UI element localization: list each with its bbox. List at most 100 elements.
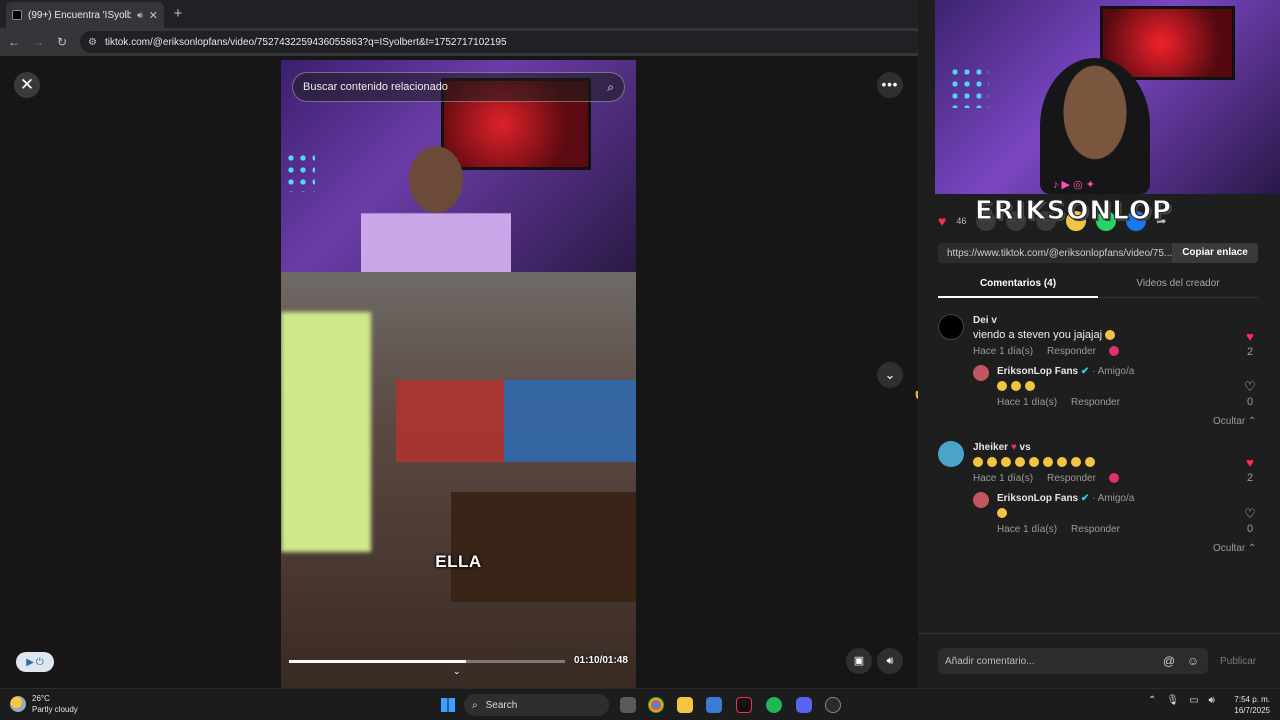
reply-button[interactable]: Responder [1047,346,1096,357]
like-outline-icon[interactable]: ♡ [1242,379,1258,395]
like-icon[interactable]: ♥ [938,213,946,229]
microphone-icon[interactable]: 🎙︎ [1166,695,1179,706]
volume-icon[interactable]: 🔊︎ [1209,695,1215,706]
wall-flag [396,380,636,462]
file-explorer-icon[interactable] [677,697,693,713]
comment-author[interactable]: Dei v [973,315,997,326]
site-info-icon[interactable]: ⚙ [88,37,97,48]
related-search-input[interactable]: Buscar contenido relacionado ⌕ [292,72,625,102]
speaker-icon[interactable]: 🔊︎ [137,10,143,21]
close-tab-icon[interactable]: ✕ [149,9,158,22]
tiktok-icon[interactable] [736,697,752,713]
like-count: 0 [1246,523,1254,535]
floating-player-icon[interactable]: ▣ [846,648,872,674]
task-view-icon[interactable] [620,697,636,713]
weather-widget[interactable]: 26°C Partly cloudy [10,693,78,715]
reply-author[interactable]: EriksonLop Fans ✔ · Amigo/a [997,366,1134,377]
share-url: https://www.tiktok.com/@eriksonlopfans/v… [947,247,1172,259]
clock-date: 16/7/2025 [1234,706,1270,715]
more-options-button[interactable]: ••• [877,72,903,98]
discord-icon[interactable] [796,697,812,713]
comment-meta: Hace 1 día(s) Responder [973,473,1123,484]
reply-author[interactable]: EriksonLop Fans ✔ · Amigo/a [997,493,1134,504]
emoji-icon [1105,330,1116,341]
avatar[interactable] [938,441,964,467]
temperature: 26°C [32,694,50,703]
avatar[interactable] [938,314,964,340]
reply-button[interactable]: Responder [1047,473,1096,484]
app-icon[interactable] [825,697,841,713]
active-tab-indicator [938,296,1098,298]
channel-watermark: ERIKSONLOP [975,196,1172,227]
hex-lights [285,152,315,192]
taskbar-search[interactable]: ⌕ Search [464,694,609,716]
video-details-panel: ♪ ▶ ◎ ✦ [918,0,1280,688]
avatar[interactable] [973,492,989,508]
like-count: 0 [1246,396,1254,408]
panel-tabs: Comentarios (4) Videos del creador [938,272,1258,298]
comment-input[interactable]: Añadir comentario... @ ☺ [938,648,1208,674]
progress-fill [289,660,466,663]
clip-frame [281,272,636,688]
collapse-chevron-icon[interactable]: ⌄ [453,666,461,677]
emoji-icon [1071,457,1081,468]
reload-icon[interactable]: ↻ [54,34,70,50]
search-placeholder: Buscar contenido relacionado [303,81,448,93]
new-tab-button[interactable]: + [168,4,188,24]
reply-button[interactable]: Responder [1071,397,1120,408]
chevron-up-icon[interactable]: ⌃ [1148,695,1156,706]
mention-icon[interactable]: @ [1160,654,1178,668]
reply-author-name: EriksonLop Fans [997,493,1079,504]
next-video-chevron-down-icon[interactable]: ⌄ [877,362,903,388]
reply-button[interactable]: Responder [1071,524,1120,535]
comment-author-name: Jheiker [973,442,1009,453]
chrome-icon[interactable] [648,697,664,713]
copy-link-button[interactable]: Copiar enlace [1172,243,1258,263]
address-bar: ← → ↻ ⚙ tiktok.com/@eriksonlopfans/video… [0,28,940,56]
comment-time: Hace 1 día(s) [973,473,1034,484]
streamer-figure [1040,58,1150,194]
like-outline-icon[interactable]: ♡ [1242,506,1258,522]
windows-start-icon[interactable] [441,698,455,712]
progress-bar[interactable] [289,660,565,663]
search-icon[interactable]: ⌕ [607,80,614,95]
volume-icon[interactable]: 🔊︎ [877,648,903,674]
tiktok-favicon-icon [12,10,22,20]
emoji-icon [1025,381,1035,392]
forward-icon[interactable]: → [30,34,46,50]
url-field[interactable]: ⚙ tiktok.com/@eriksonlopfans/video/75274… [80,31,940,53]
tab-creator-videos[interactable]: Videos del creador [1098,278,1258,289]
author-suffix: vs [1019,442,1031,453]
share-link-field[interactable]: https://www.tiktok.com/@eriksonlopfans/v… [938,243,1258,263]
partly-cloudy-icon [10,696,26,712]
browser-tab[interactable]: (99+) Encuentra 'ISyolbert' e 🔊︎ ✕ [6,2,164,28]
back-icon[interactable]: ← [6,34,22,50]
furniture [451,492,636,602]
avatar[interactable] [973,365,989,381]
like-icon[interactable]: ♥ [1242,455,1258,470]
emoji-icon [1043,457,1053,468]
system-clock[interactable]: 7:54 p. m. 16/7/2025 [1228,694,1270,716]
hide-replies-button[interactable]: Ocultar ⌃ [1213,416,1256,427]
store-icon[interactable] [706,697,722,713]
close-player-button[interactable]: ✕ [14,72,40,98]
tab-comments[interactable]: Comentarios (4) [938,278,1098,289]
spotify-icon[interactable] [766,697,782,713]
comment-author[interactable]: Jheiker ♥ vs [973,442,1031,453]
display-icon[interactable]: ▭ [1189,695,1198,706]
emoji-picker-icon[interactable]: ☺ [1184,654,1202,668]
friend-tag: · Amigo/a [1092,366,1135,377]
comment-text: viendo a steven you jajajaj [973,329,1119,341]
emoji-icon [1057,457,1067,468]
publish-button[interactable]: Publicar [1220,656,1256,667]
video-player[interactable]: ELLA [281,60,636,688]
emoji-icon [1001,457,1011,468]
windows-taskbar: 26°C Partly cloudy ⌕ Search ⌃ 🎙︎ ▭ 🔊︎ 7:5… [0,688,1280,720]
hide-replies-button[interactable]: Ocultar ⌃ [1213,543,1256,554]
emoji-icon [1029,457,1039,468]
creator-liked-icon [1108,346,1119,357]
extension-pill[interactable]: ▶ ⏻ [16,652,54,672]
clock-time: 7:54 p. m. [1234,695,1270,704]
reply-meta: Hace 1 día(s) Responder [997,524,1120,535]
like-icon[interactable]: ♥ [1242,329,1258,344]
